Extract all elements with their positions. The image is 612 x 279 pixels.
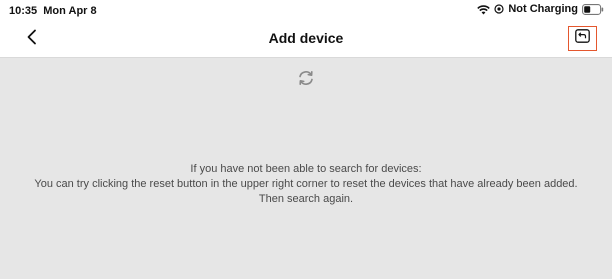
location-icon	[494, 4, 504, 14]
status-bar: 10:35 Mon Apr 8 Not Charging	[0, 0, 612, 22]
refresh-button[interactable]	[296, 68, 316, 88]
status-time: 10:35 Mon Apr 8	[9, 5, 97, 17]
content-area: If you have not been able to search for …	[0, 58, 612, 279]
status-time-date: Mon Apr 8	[43, 5, 97, 17]
help-line: If you have not been able to search for …	[190, 163, 422, 175]
reset-button[interactable]	[568, 26, 597, 51]
help-text: If you have not been able to search for …	[30, 162, 582, 207]
navigation-bar: Add device	[0, 22, 612, 57]
add-device-screen: 10:35 Mon Apr 8 Not Charging Add device …	[0, 0, 612, 279]
help-line: Then search again.	[258, 193, 354, 205]
status-indicators: Not Charging	[477, 3, 604, 15]
reset-icon	[575, 29, 590, 48]
refresh-icon	[296, 71, 316, 92]
battery-status-text: Not Charging	[508, 3, 578, 15]
help-line: You can try clicking the reset button in…	[34, 178, 578, 190]
header: 10:35 Mon Apr 8 Not Charging Add device	[0, 0, 612, 58]
battery-icon	[582, 3, 604, 15]
status-time-clock: 10:35	[9, 5, 38, 17]
page-title: Add device	[268, 30, 344, 46]
wifi-icon	[477, 4, 491, 15]
